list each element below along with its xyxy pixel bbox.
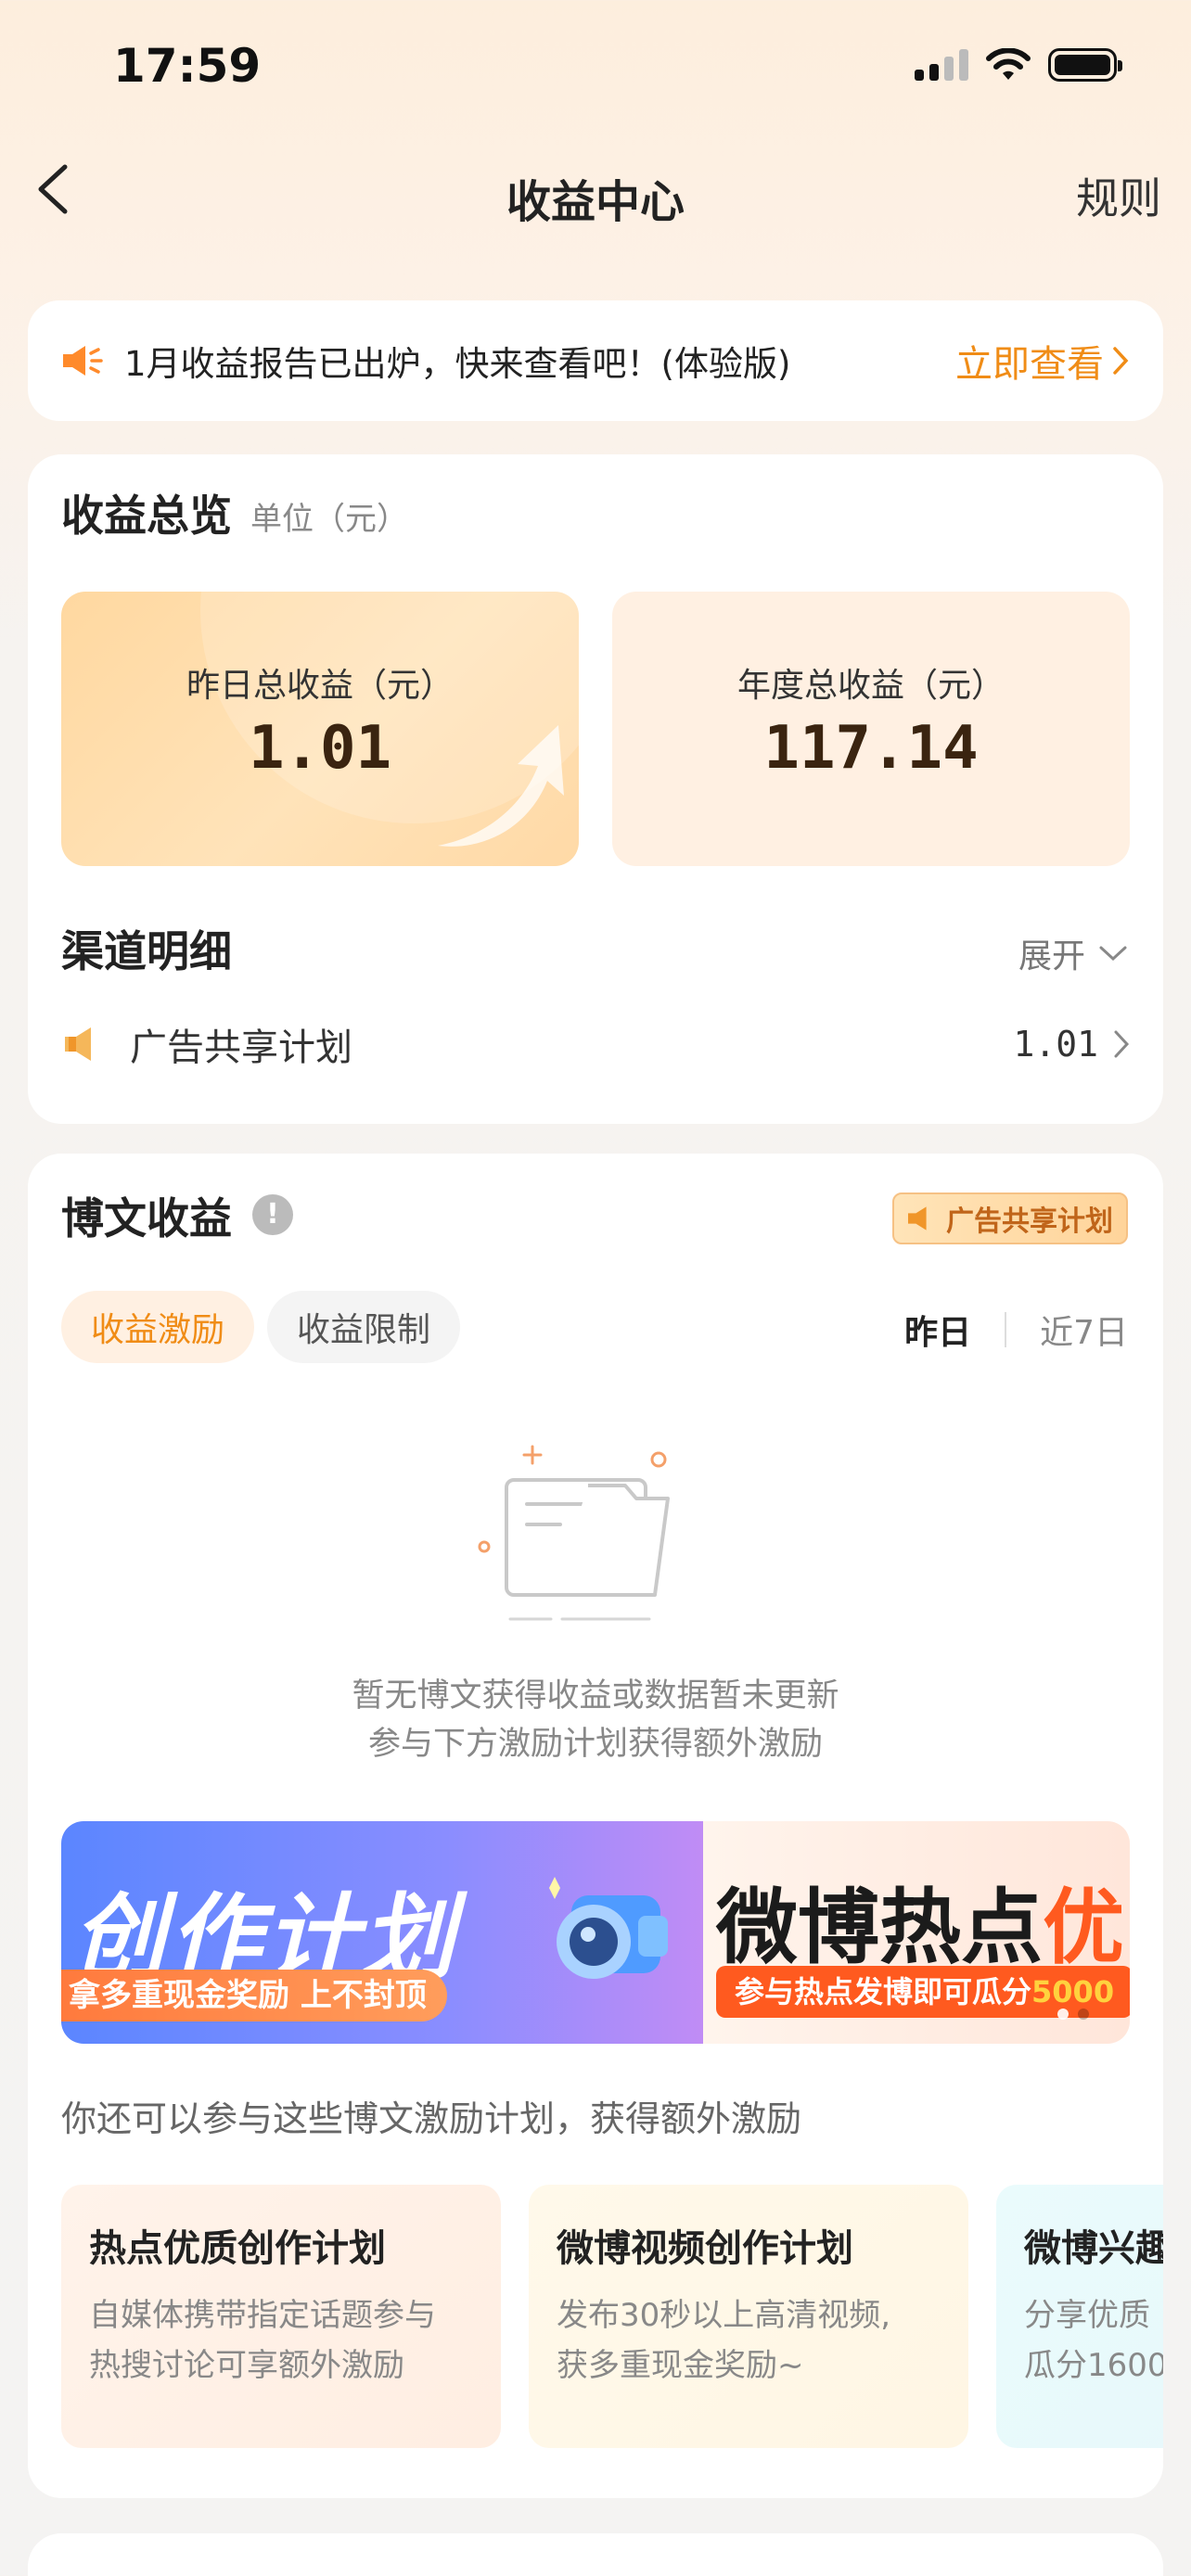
plan-desc-line2: 获多重现金奖励~ [557, 2347, 804, 2384]
view-now-link[interactable]: 立即查看 [955, 334, 1130, 388]
empty-state-line2: 参与下方激励计划获得额外激励 [367, 1726, 823, 1763]
next-section-card [28, 2533, 1163, 2576]
plan-title: 微博视频创作计划 [557, 2227, 853, 2270]
megaphone-icon [63, 346, 103, 376]
channel-item[interactable]: 广告共享计划 1.01 [61, 1011, 1130, 1078]
channel-name: 广告共享计划 [130, 1027, 352, 1069]
yesterday-income-label: 昨日总收益（元） [186, 667, 454, 705]
overview-title: 收益总览 [61, 491, 232, 541]
empty-folder-icon [478, 1445, 670, 1621]
blog-income-card: 博文收益 ! 广告共享计划 收益激励 收益限制 昨日 近7日 暂无博文获得收益或… [28, 1154, 1163, 2498]
plan-desc-line1: 自媒体携带指定话题参与 [89, 2297, 436, 2334]
yesterday-income-tile[interactable]: 昨日总收益（元） 1.01 [61, 592, 579, 866]
plan-title: 微博兴趣 [1024, 2227, 1163, 2270]
notice-text: 1月收益报告已出炉，快来查看吧！(体验版) [124, 344, 791, 384]
tab-income-incentive[interactable]: 收益激励 [61, 1291, 255, 1363]
banner-slide2-title-main: 微博热点 [716, 1880, 1044, 1975]
blog-income-title: 博文收益 [61, 1193, 232, 1243]
status-bar: 17:59 [0, 0, 1191, 139]
channel-detail-title: 渠道明细 [61, 926, 232, 976]
banner-slide2-title: 微博热点优 [716, 1862, 1124, 1980]
banner-slide2-subtitle-text: 参与热点发博即可瓜分 [735, 1974, 1032, 2009]
plan-title: 热点优质创作计划 [89, 2227, 386, 2270]
carousel-dot [1078, 2009, 1089, 2020]
view-now-label: 立即查看 [955, 343, 1104, 386]
period-yesterday[interactable]: 昨日 [904, 1306, 971, 1354]
rules-link[interactable]: 规则 [1076, 165, 1161, 226]
expand-toggle[interactable]: 展开 [1018, 929, 1128, 977]
wifi-icon [986, 48, 1031, 80]
expand-label: 展开 [1018, 937, 1085, 976]
period-7days[interactable]: 近7日 [1040, 1306, 1128, 1354]
banner-slide2-subtitle-number: 5000 [1031, 1974, 1115, 2009]
plan-card[interactable]: 微博兴趣 分享优质 瓜分1600 [996, 2185, 1163, 2448]
plan-desc-line2: 瓜分1600 [1024, 2347, 1163, 2384]
status-icons [915, 48, 1122, 82]
report-notice-bar[interactable]: 1月收益报告已出炉，快来查看吧！(体验版) 立即查看 [28, 300, 1163, 421]
plan-desc-line1: 分享优质 [1024, 2297, 1150, 2334]
overview-unit: 单位（元） [250, 501, 408, 538]
plan-desc-line1: 发布30秒以上高清视频, [557, 2297, 891, 2334]
annual-income-value: 117.14 [763, 714, 979, 783]
ad-share-plan-badge[interactable]: 广告共享计划 [892, 1192, 1128, 1244]
plan-card[interactable]: 热点优质创作计划 自媒体携带指定话题参与 热搜讨论可享额外激励 [61, 2185, 501, 2448]
extra-incentive-hint: 你还可以参与这些博文激励计划，获得额外激励 [61, 2098, 802, 2139]
period-divider [1005, 1312, 1007, 1347]
nav-bar: 收益中心 规则 [0, 148, 1191, 232]
cellular-signal-icon [915, 49, 968, 81]
banner-slide-creation-plan[interactable]: 创作计划 拿多重现金奖励 上不封顶 [61, 1821, 703, 2044]
ad-megaphone-icon [65, 1027, 91, 1061]
banner-slide2-title-highlight: 优 [1043, 1880, 1125, 1975]
badge-label: 广告共享计划 [946, 1205, 1113, 1238]
yesterday-income-value: 1.01 [248, 714, 392, 783]
chevron-right-icon [1113, 347, 1129, 375]
channel-value: 1.01 [1013, 1024, 1130, 1065]
income-overview-card: 收益总览 单位（元） 昨日总收益（元） 1.01 年度总收益（元） 117.14… [28, 454, 1163, 1124]
period-switch: 昨日 近7日 [904, 1306, 1128, 1354]
banner-slide1-subtitle: 拿多重现金奖励 上不封顶 [61, 1970, 447, 2021]
plan-desc-line2: 热搜讨论可享额外激励 [89, 2347, 404, 2384]
megaphone-icon [908, 1206, 927, 1231]
annual-income-label: 年度总收益（元） [736, 667, 1005, 705]
promo-banner-carousel[interactable]: 创作计划 拿多重现金奖励 上不封顶 微博热点优 参与热点发博即可瓜分5000 [61, 1821, 1130, 2044]
carousel-dot [1057, 2009, 1069, 2020]
empty-state-line1: 暂无博文获得收益或数据暂未更新 [352, 1677, 839, 1715]
plan-card[interactable]: 微博视频创作计划 发布30秒以上高清视频, 获多重现金奖励~ [529, 2185, 968, 2448]
camera-icon [549, 1877, 668, 1979]
tab-income-limit[interactable]: 收益限制 [267, 1291, 461, 1363]
battery-icon [1048, 48, 1122, 82]
channel-amount: 1.01 [1013, 1024, 1098, 1065]
page-title: 收益中心 [506, 176, 685, 228]
status-time: 17:59 [113, 39, 262, 93]
chevron-right-icon [1114, 1030, 1130, 1058]
annual-income-tile[interactable]: 年度总收益（元） 117.14 [612, 592, 1130, 866]
chevron-down-icon [1099, 946, 1127, 962]
info-icon[interactable]: ! [252, 1194, 293, 1235]
incentive-plan-list: 热点优质创作计划 自媒体携带指定话题参与 热搜讨论可享额外激励 微博视频创作计划… [61, 2185, 1163, 2448]
carousel-indicator [1057, 2009, 1089, 2020]
